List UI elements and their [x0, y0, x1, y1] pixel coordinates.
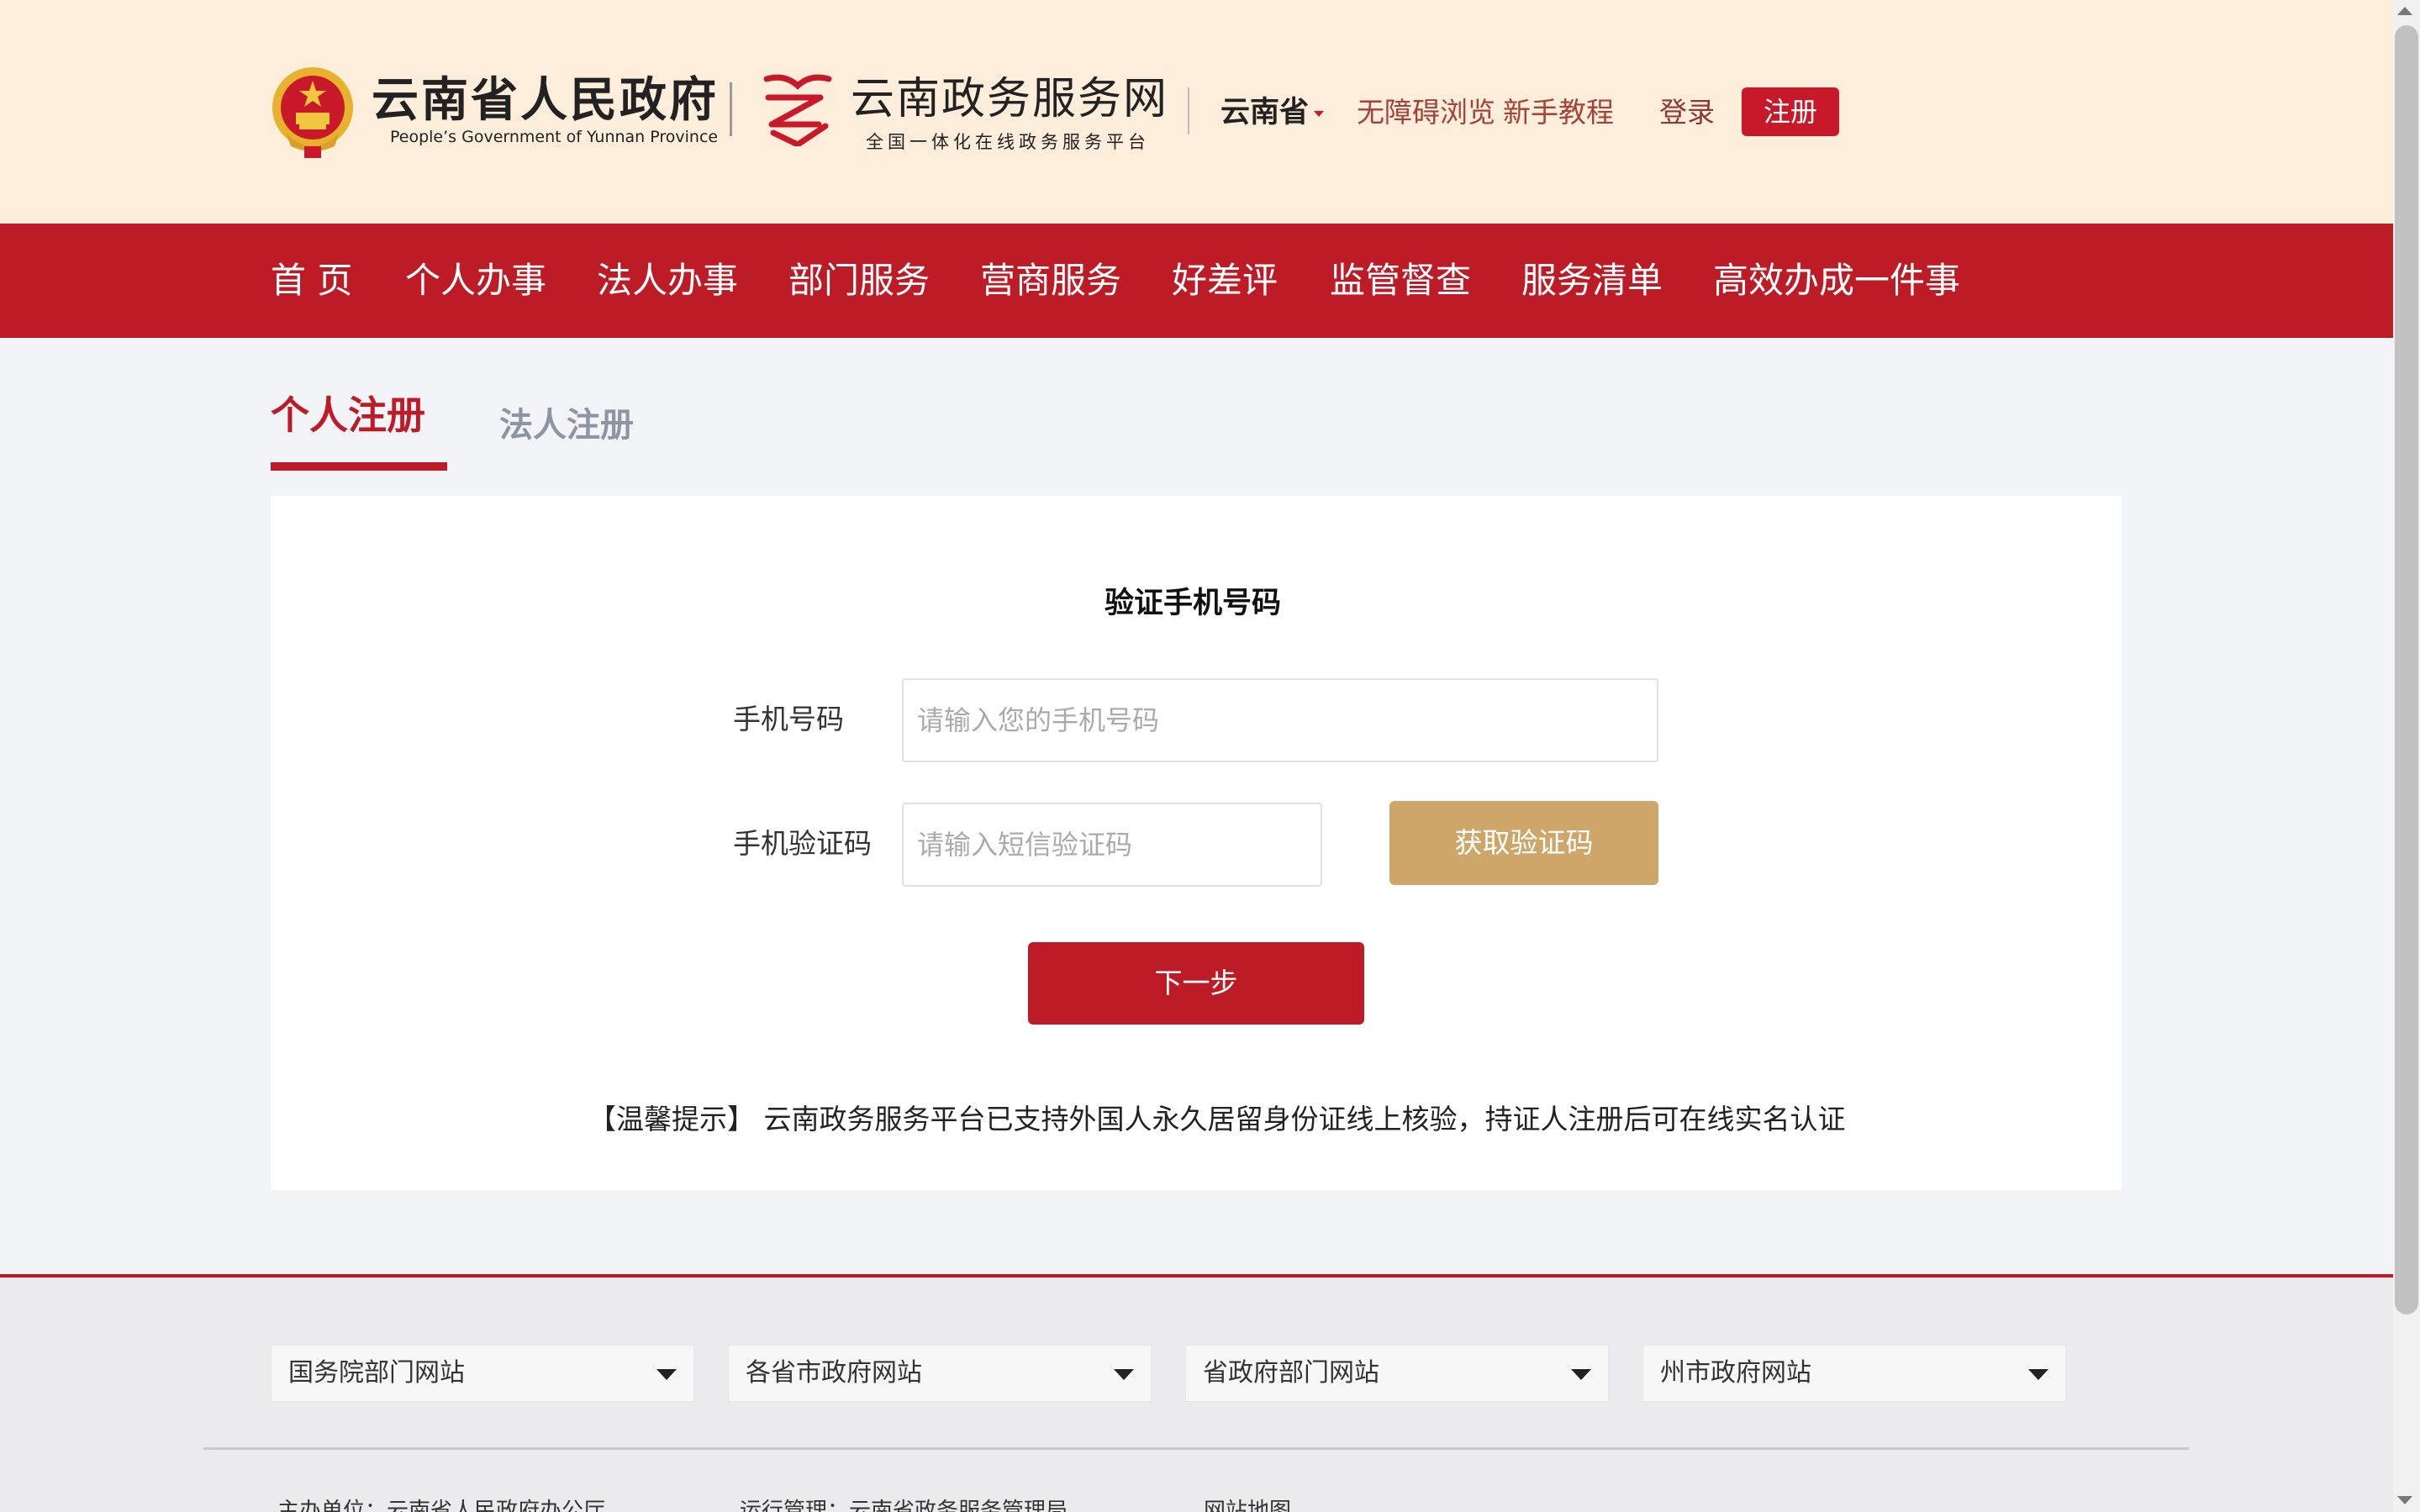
dropdown-arrow-icon — [1114, 1369, 1134, 1380]
dropdown-arrow-icon — [656, 1369, 677, 1380]
get-code-button[interactable]: 获取验证码 — [1389, 801, 1658, 885]
accessibility-link[interactable]: 无障碍浏览 — [1357, 94, 1495, 131]
register-button[interactable]: 注册 — [1742, 87, 1839, 136]
nav-item-legal[interactable]: 法人办事 — [597, 257, 738, 304]
top-header — [0, 0, 2393, 224]
footer-select-label: 各省市政府网站 — [746, 1358, 922, 1388]
nav-item-rating[interactable]: 好差评 — [1172, 257, 1278, 304]
gov-subtitle: People’s Government of Yunnan Province — [390, 128, 719, 146]
login-link[interactable]: 登录 — [1659, 94, 1715, 131]
header-divider — [730, 82, 732, 136]
footer-select-label: 省政府部门网站 — [1203, 1358, 1379, 1388]
national-emblem-icon — [272, 67, 353, 158]
sms-code-input[interactable] — [902, 803, 1322, 887]
nav-item-service-list[interactable]: 服务清单 — [1521, 257, 1663, 304]
next-button[interactable]: 下一步 — [1028, 942, 1364, 1025]
footer-select-label: 州市政府网站 — [1660, 1358, 1811, 1388]
service-logo-icon — [763, 74, 832, 146]
region-label: 云南省 — [1221, 96, 1310, 129]
footer-select-provincial-depts[interactable]: 省政府部门网站 — [1185, 1345, 1609, 1402]
nav-item-home[interactable]: 首 页 — [271, 257, 352, 304]
footer-sitemap-link[interactable]: 网站地图 — [1204, 1496, 1291, 1512]
nav-item-supervision[interactable]: 监管督查 — [1330, 257, 1471, 304]
scroll-down-icon[interactable] — [2397, 1496, 2412, 1504]
phone-input[interactable] — [902, 678, 1658, 762]
caret-down-icon — [1314, 110, 1325, 117]
gov-title[interactable]: 云南省人民政府 — [372, 74, 719, 128]
header-divider-2 — [1188, 87, 1189, 134]
dropdown-arrow-icon — [2028, 1369, 2048, 1380]
nav-item-business[interactable]: 营商服务 — [980, 257, 1121, 304]
footer-host-unit: 主办单位：云南省人民政府办公厅 — [277, 1499, 606, 1512]
code-label: 手机验证码 — [733, 827, 872, 860]
footer-select-label: 国务院部门网站 — [288, 1358, 465, 1388]
form-title: 验证手机号码 — [1105, 587, 1282, 620]
dropdown-arrow-icon — [1571, 1369, 1591, 1380]
tab-active-indicator — [271, 462, 447, 471]
scroll-up-icon[interactable] — [2397, 7, 2412, 15]
phone-label: 手机号码 — [733, 703, 844, 735]
region-select[interactable]: 云南省 — [1221, 94, 1325, 131]
nav-item-one-thing[interactable]: 高效办成一件事 — [1713, 257, 1960, 304]
service-title[interactable]: 云南政务服务网 — [851, 74, 1168, 124]
tab-legal-register[interactable]: 法人注册 — [499, 400, 634, 450]
footer-select-provinces[interactable]: 各省市政府网站 — [728, 1345, 1152, 1402]
tip-text: 【温馨提示】 云南政务服务平台已支持外国人永久居留身份证线上核验，持证人注册后可… — [588, 1103, 1846, 1135]
nav-item-department[interactable]: 部门服务 — [788, 257, 930, 304]
footer-operator: 运行管理：云南省政务服务管理局 — [740, 1499, 1068, 1512]
tab-personal-register[interactable]: 个人注册 — [271, 390, 425, 440]
nav-item-personal[interactable]: 个人办事 — [405, 257, 546, 304]
tutorial-link[interactable]: 新手教程 — [1503, 94, 1614, 131]
service-subtitle: 全国一体化在线政务服务平台 — [866, 132, 1150, 152]
footer-select-state-council[interactable]: 国务院部门网站 — [271, 1345, 694, 1402]
footer-divider — [203, 1447, 2189, 1450]
footer-select-prefectures[interactable]: 州市政府网站 — [1642, 1345, 2066, 1402]
main-nav: 首 页 个人办事 法人办事 部门服务 营商服务 好差评 监管督查 服务清单 高效… — [0, 224, 2393, 338]
scrollbar-thumb[interactable] — [2395, 25, 2418, 1314]
